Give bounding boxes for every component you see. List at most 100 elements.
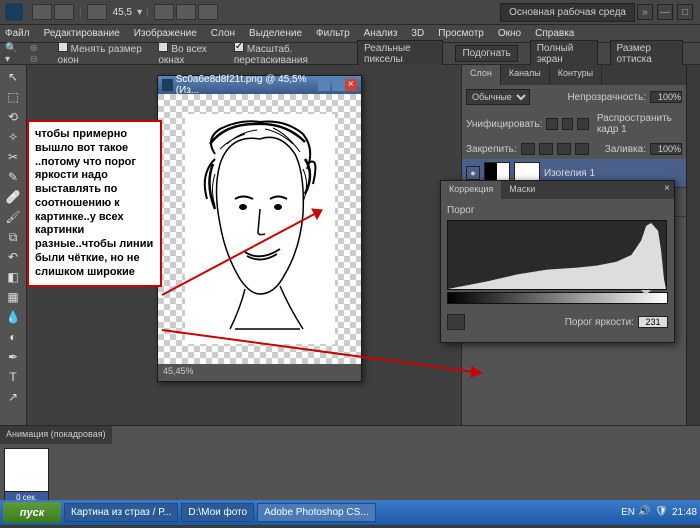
canvas-area: Sc0a6e8d8f21t.png @ 45,5% (Из... ×	[27, 65, 461, 425]
windows-taskbar: пуск Картина из страз / Р... D:\Мои фото…	[0, 500, 700, 525]
tab-channels[interactable]: Каналы	[501, 65, 550, 85]
tray-icon[interactable]: 🛡	[655, 506, 669, 520]
options-bar: 🔍 ▾ ⊕ ⊖ Менять размер окон Во всех окнах…	[0, 43, 700, 65]
toolbox: ↖ ⬚ ⟲ ✧ ✂ ✎ 🩹 🖌 ⧉ ↶ ◧ ▦ 💧 ◐ ✒ T ↗ ▭ ◉ ✋ …	[0, 65, 27, 425]
minimize-icon[interactable]	[318, 79, 330, 91]
tab-masks[interactable]: Маски	[501, 181, 543, 199]
brush-tool[interactable]: 🖌	[2, 208, 24, 226]
close-icon[interactable]: ×	[345, 79, 357, 91]
menu-file[interactable]: Файл	[5, 28, 30, 39]
frame-thumbnail	[5, 449, 48, 492]
menu-window[interactable]: Окно	[498, 28, 521, 39]
document-status: 45,45%	[158, 364, 361, 381]
taskbar-item[interactable]: Adobe Photoshop CS...	[257, 503, 376, 522]
tab-paths[interactable]: Контуры	[550, 65, 602, 85]
view-btn[interactable]	[154, 4, 174, 20]
hand-tool-icon[interactable]	[87, 4, 107, 20]
text-tool[interactable]: T	[2, 368, 24, 386]
lock-btn[interactable]	[539, 143, 553, 155]
lock-btn[interactable]	[557, 143, 571, 155]
adjustment-icon[interactable]	[447, 314, 465, 330]
realpx-button[interactable]: Реальные пикселы	[357, 40, 443, 68]
fullscreen-button[interactable]: Полный экран	[530, 40, 598, 68]
document-window: Sc0a6e8d8f21t.png @ 45,5% (Из... ×	[157, 75, 362, 382]
unify-btn[interactable]	[546, 118, 557, 130]
menu-analysis[interactable]: Анализ	[364, 28, 398, 39]
blend-mode-select[interactable]: Обычные	[466, 89, 530, 105]
unify-btn[interactable]	[577, 118, 588, 130]
eraser-tool[interactable]: ◧	[2, 268, 24, 286]
menu-layer[interactable]: Слон	[211, 28, 235, 39]
threshold-slider[interactable]	[447, 292, 668, 304]
canvas[interactable]	[158, 94, 361, 364]
marquee-tool[interactable]: ⬚	[2, 88, 24, 106]
move-tool[interactable]: ↖	[2, 68, 24, 86]
history-brush-tool[interactable]: ↶	[2, 248, 24, 266]
maximize-icon[interactable]	[332, 79, 344, 91]
tab-animation[interactable]: Анимация (покадровая)	[0, 426, 112, 444]
lock-btn[interactable]	[575, 143, 589, 155]
annotation-note: чтобы примерно вышло вот такое ..потому …	[27, 120, 162, 287]
toolbar-btn[interactable]	[32, 4, 52, 20]
lasso-tool[interactable]: ⟲	[2, 108, 24, 126]
tab-adjustments[interactable]: Коррекция	[441, 181, 501, 199]
tray-icon[interactable]: 🔊	[638, 506, 652, 520]
menu-3d[interactable]: 3D	[411, 28, 424, 39]
opacity-input[interactable]	[650, 91, 682, 103]
start-button[interactable]: пуск	[3, 502, 61, 523]
maximize-icon[interactable]: □	[677, 4, 693, 20]
crop-tool[interactable]: ✂	[2, 148, 24, 166]
annotation-text: чтобы примерно вышло вот такое ..потому …	[35, 128, 154, 279]
gradient-tool[interactable]: ▦	[2, 288, 24, 306]
stamp-tool[interactable]: ⧉	[2, 228, 24, 246]
menu-select[interactable]: Выделение	[249, 28, 302, 39]
wand-tool[interactable]: ✧	[2, 128, 24, 146]
visibility-icon[interactable]: ●	[466, 166, 480, 180]
menu-edit[interactable]: Редактирование	[44, 28, 120, 39]
language-indicator[interactable]: EN	[621, 507, 635, 518]
zoom-value[interactable]: 45,5	[113, 7, 132, 18]
fit-button[interactable]: Подогнать	[455, 45, 517, 62]
tab-layers[interactable]: Слон	[462, 65, 501, 85]
menu-view[interactable]: Просмотр	[438, 28, 484, 39]
ps-logo	[5, 3, 23, 21]
ps-icon	[162, 79, 173, 91]
arrange-btn[interactable]	[176, 4, 196, 20]
document-titlebar[interactable]: Sc0a6e8d8f21t.png @ 45,5% (Из... ×	[158, 76, 361, 94]
panel-collapse[interactable]	[686, 65, 700, 425]
workspace-selector[interactable]: Основная рабочая среда	[500, 3, 635, 22]
checkbox[interactable]	[234, 42, 244, 52]
printsize-button[interactable]: Размер оттиска	[610, 40, 683, 68]
unify-btn[interactable]	[562, 118, 573, 130]
lock-btn[interactable]	[521, 143, 535, 155]
threshold-label: Порог яркости:	[565, 317, 634, 328]
taskbar-item[interactable]: Картина из страз / Р...	[64, 503, 178, 522]
screen-btn[interactable]	[198, 4, 218, 20]
checkbox[interactable]	[58, 42, 68, 52]
threshold-panel: Коррекция Маски × Порог Порог яркости:	[440, 180, 675, 343]
system-tray: EN 🔊 🛡 21:48	[621, 506, 697, 520]
menu-help[interactable]: Справка	[535, 28, 574, 39]
clock[interactable]: 21:48	[672, 507, 697, 518]
dodge-tool[interactable]: ◐	[2, 328, 24, 346]
close-icon[interactable]: ×	[660, 181, 674, 199]
minimize-icon[interactable]: —	[657, 4, 673, 20]
app-titlebar: | 45,5 ▾ | Основная рабочая среда » — □	[0, 0, 700, 25]
toolbar-btn[interactable]	[54, 4, 74, 20]
chevron-right-icon[interactable]: »	[637, 4, 653, 20]
threshold-input[interactable]	[638, 316, 668, 328]
heal-tool[interactable]: 🩹	[2, 188, 24, 206]
menu-image[interactable]: Изображение	[134, 28, 197, 39]
fill-input[interactable]	[650, 143, 682, 155]
path-tool[interactable]: ↗	[2, 388, 24, 406]
taskbar-item[interactable]: D:\Мои фото	[181, 503, 254, 522]
checkbox[interactable]	[158, 42, 168, 52]
pen-tool[interactable]: ✒	[2, 348, 24, 366]
eyedropper-tool[interactable]: ✎	[2, 168, 24, 186]
animation-frame[interactable]: 0 сек.	[4, 448, 49, 504]
portrait-image	[185, 114, 335, 344]
document-title: Sc0a6e8d8f21t.png @ 45,5% (Из...	[176, 74, 316, 96]
menu-filter[interactable]: Фильтр	[316, 28, 350, 39]
blur-tool[interactable]: 💧	[2, 308, 24, 326]
histogram	[447, 220, 667, 290]
